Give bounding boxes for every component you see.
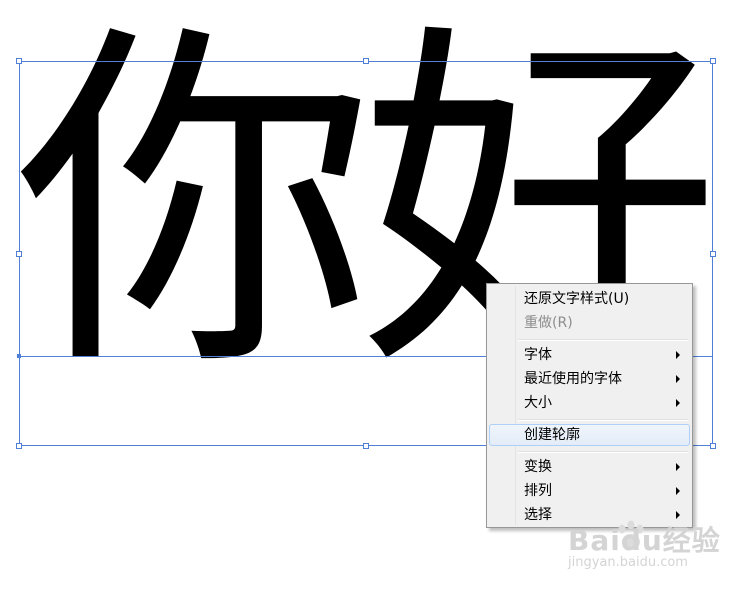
handle-top-right[interactable]: [710, 58, 716, 64]
watermark-url: jingyan.baidu.com: [568, 555, 688, 570]
handle-top-middle[interactable]: [363, 58, 369, 64]
menu-item-transform[interactable]: 变换: [489, 456, 690, 478]
menu-item-label: 变换: [524, 459, 552, 475]
watermark-brand: Baidu经验: [568, 524, 721, 557]
submenu-arrow-icon: [676, 375, 680, 383]
menu-item-restore-text-style[interactable]: 还原文字样式(U): [489, 288, 690, 310]
submenu-arrow-icon: [676, 351, 680, 359]
menu-item-label: 最近使用的字体: [524, 371, 622, 387]
handle-top-left[interactable]: [16, 58, 22, 64]
menu-separator: [518, 339, 688, 341]
menu-item-recent-fonts[interactable]: 最近使用的字体: [489, 368, 690, 390]
handle-bottom-middle[interactable]: [363, 443, 369, 449]
menu-item-label: 重做(R): [524, 315, 573, 331]
menu-item-create-outlines[interactable]: 创建轮廓: [489, 424, 690, 446]
menu-item-label: 排列: [524, 483, 552, 499]
handle-middle-right[interactable]: [710, 251, 716, 257]
menu-item-size[interactable]: 大小: [489, 392, 690, 414]
baseline-anchor-point[interactable]: [17, 354, 21, 358]
menu-item-label: 还原文字样式(U): [524, 291, 630, 307]
menu-separator: [518, 419, 688, 421]
menu-item-arrange[interactable]: 排列: [489, 480, 690, 502]
menu-item-label: 选择: [524, 507, 552, 523]
menu-item-redo[interactable]: 重做(R): [489, 312, 690, 334]
submenu-arrow-icon: [676, 487, 680, 495]
menu-item-font[interactable]: 字体: [489, 344, 690, 366]
artboard[interactable]: 你 好 还原文字样式(U) 重做(R) 字体 最近使用的字体 大小 创建轮廓 变…: [0, 0, 745, 591]
handle-bottom-right[interactable]: [710, 443, 716, 449]
handle-middle-left[interactable]: [16, 251, 22, 257]
menu-separator: [518, 451, 688, 453]
watermark: Baidu经验 jingyan.baidu.com: [568, 515, 738, 575]
context-menu: 还原文字样式(U) 重做(R) 字体 最近使用的字体 大小 创建轮廓 变换 排列…: [486, 283, 693, 528]
submenu-arrow-icon: [676, 399, 680, 407]
handle-bottom-left[interactable]: [16, 443, 22, 449]
submenu-arrow-icon: [676, 463, 680, 471]
menu-item-label: 大小: [524, 395, 552, 411]
menu-item-label: 字体: [524, 347, 552, 363]
menu-item-label: 创建轮廓: [524, 427, 580, 443]
